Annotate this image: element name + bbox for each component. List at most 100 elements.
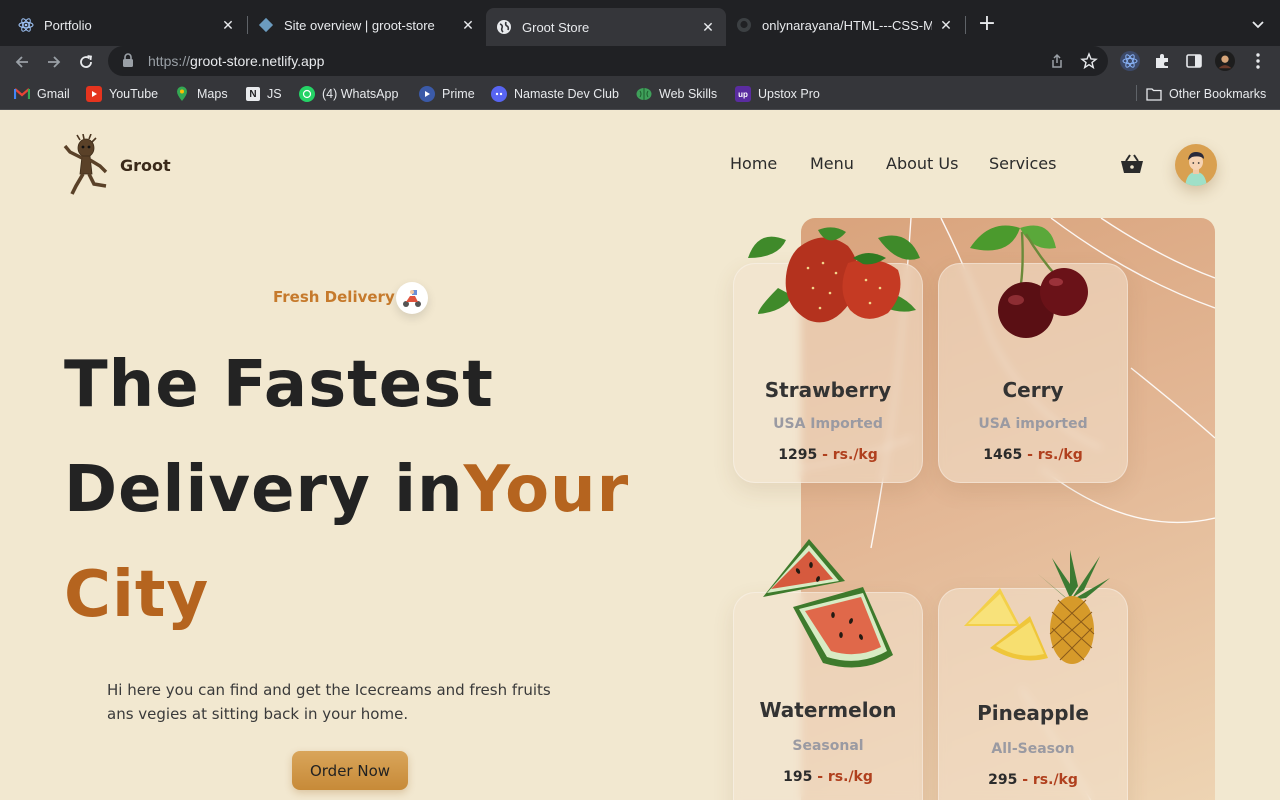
product-origin: Seasonal <box>792 738 864 754</box>
profile-avatar-icon[interactable] <box>1215 51 1235 71</box>
description-line-2: ans vegies at sitting back in your home. <box>107 705 409 723</box>
hero-line-2: Delivery inYour <box>64 453 629 527</box>
product-origin: USA imported <box>978 416 1088 432</box>
whatsapp-icon <box>299 86 315 102</box>
nav-services[interactable]: Services <box>989 154 1056 173</box>
close-tab-icon[interactable]: ✕ <box>220 17 236 33</box>
bookmark-js[interactable]: N JS <box>246 85 282 103</box>
tab-site-overview[interactable]: Site overview | groot-store ✕ <box>248 8 486 42</box>
bookmark-label: YouTube <box>109 87 159 101</box>
product-name: Strawberry <box>764 378 892 402</box>
bookmark-gmail[interactable]: Gmail <box>14 85 70 103</box>
bookmark-star-icon[interactable] <box>1080 52 1098 70</box>
price-value: 1465 <box>983 447 1023 463</box>
extensions-puzzle-icon[interactable] <box>1152 51 1172 71</box>
side-panel-icon[interactable] <box>1184 51 1204 71</box>
bookmark-label: Gmail <box>37 87 70 101</box>
bookmark-label: Upstox Pro <box>758 87 820 101</box>
tab-portfolio[interactable]: Portfolio ✕ <box>8 8 246 42</box>
tab-title: Site overview | groot-store <box>284 17 435 33</box>
bookmark-namaste-dev-club[interactable]: Namaste Dev Club <box>491 85 619 103</box>
fresh-delivery-tag: Fresh Delivery <box>273 288 395 306</box>
reload-button[interactable] <box>74 50 98 74</box>
bookmarks-bar: Gmail YouTube Maps N JS (4) WhatsApp Prim… <box>0 76 1280 110</box>
delivery-scooter-icon <box>396 282 428 314</box>
folder-icon <box>1146 86 1162 102</box>
strawberry-image <box>748 227 920 323</box>
tab-github[interactable]: onlynarayana/HTML---CSS-Mi ✕ <box>726 8 964 42</box>
gmail-icon <box>14 86 30 102</box>
product-origin: USA Imported <box>773 416 883 432</box>
pineapple-image <box>964 550 1110 664</box>
groot-store-page: Groot Home Menu About Us Services Fresh … <box>0 110 1280 800</box>
close-tab-icon[interactable]: ✕ <box>460 17 476 33</box>
user-avatar-icon <box>1185 152 1207 186</box>
other-bookmarks-folder[interactable]: Other Bookmarks <box>1146 85 1266 103</box>
shopping-basket-icon[interactable] <box>1119 153 1145 175</box>
new-tab-button[interactable]: + <box>976 13 998 35</box>
react-devtools-icon[interactable] <box>1120 51 1140 71</box>
close-tab-icon[interactable]: ✕ <box>938 17 954 33</box>
price-unit: - rs./kg <box>1022 447 1083 463</box>
bookmark-label: Namaste Dev Club <box>514 87 619 101</box>
hero-accent-your: Your <box>463 453 630 527</box>
product-price: 1465 - rs./kg <box>939 447 1127 463</box>
youtube-icon <box>86 86 102 102</box>
order-now-button[interactable]: Order Now <box>292 751 408 790</box>
tab-groot-store[interactable]: Groot Store ✕ <box>486 8 726 46</box>
prime-icon <box>419 86 435 102</box>
forward-button[interactable] <box>42 50 66 74</box>
bookmark-label: (4) WhatsApp <box>322 87 399 101</box>
bookmark-label: JS <box>267 87 282 101</box>
bookmark-label: Other Bookmarks <box>1169 87 1267 101</box>
lock-icon[interactable] <box>122 53 136 69</box>
brain-icon <box>636 86 652 102</box>
product-price: 1295 - rs./kg <box>734 447 922 463</box>
nav-home[interactable]: Home <box>730 154 777 173</box>
tab-title: Portfolio <box>44 17 92 33</box>
bookmark-youtube[interactable]: YouTube <box>86 85 158 103</box>
cherry-image <box>970 225 1088 338</box>
tab-title: Groot Store <box>522 19 590 35</box>
brand-logo[interactable]: Groot <box>62 134 171 196</box>
nav-menu[interactable]: Menu <box>810 154 854 173</box>
user-avatar[interactable] <box>1175 144 1217 186</box>
url-host: groot-store.netlify.app <box>190 53 325 69</box>
price-value: 1295 <box>778 447 818 463</box>
product-price: 295 - rs./kg <box>939 772 1127 788</box>
nav-about-us[interactable]: About Us <box>886 154 958 173</box>
tab-title: onlynarayana/HTML---CSS-Mi <box>762 17 932 33</box>
product-name: Pineapple <box>977 701 1089 725</box>
price-unit: - rs./kg <box>1017 772 1078 788</box>
hero-description: Hi here you can find and get the Icecrea… <box>107 678 607 726</box>
browser-tab-strip: Portfolio ✕ Site overview | groot-store … <box>0 0 1280 46</box>
bookmark-label: Web Skills <box>659 87 718 101</box>
discord-icon <box>491 86 507 102</box>
tab-search-chevron-icon[interactable] <box>1248 14 1268 34</box>
back-button[interactable] <box>10 50 34 74</box>
bookmark-maps[interactable]: Maps <box>174 85 228 103</box>
price-unit: - rs./kg <box>817 447 878 463</box>
browser-toolbar: https://groot-store.netlify.app <box>0 46 1280 76</box>
hero-line-1: The Fastest <box>64 348 494 422</box>
netlify-icon <box>258 17 274 33</box>
product-origin: All-Season <box>991 741 1075 757</box>
maps-icon <box>174 86 190 102</box>
product-name: Watermelon <box>759 698 897 722</box>
bookmark-upstox-pro[interactable]: up Upstox Pro <box>735 85 820 103</box>
close-tab-icon[interactable]: ✕ <box>700 19 716 35</box>
groot-logo-icon <box>63 134 108 195</box>
address-bar[interactable]: https://groot-store.netlify.app <box>108 46 1108 76</box>
price-value: 295 <box>988 772 1018 788</box>
brand-name: Groot <box>120 155 171 175</box>
notion-icon: N <box>246 87 260 101</box>
browser-menu-icon[interactable] <box>1248 51 1268 71</box>
share-icon[interactable] <box>1048 52 1066 70</box>
upstox-icon: up <box>735 86 751 102</box>
bookmark-whatsapp[interactable]: (4) WhatsApp <box>299 85 398 103</box>
hero-accent-city: City <box>64 558 210 632</box>
bookmark-web-skills[interactable]: Web Skills <box>636 85 717 103</box>
product-name: Cerry <box>1002 378 1064 402</box>
bookmark-prime[interactable]: Prime <box>419 85 475 103</box>
bookmark-label: Prime <box>442 87 475 101</box>
